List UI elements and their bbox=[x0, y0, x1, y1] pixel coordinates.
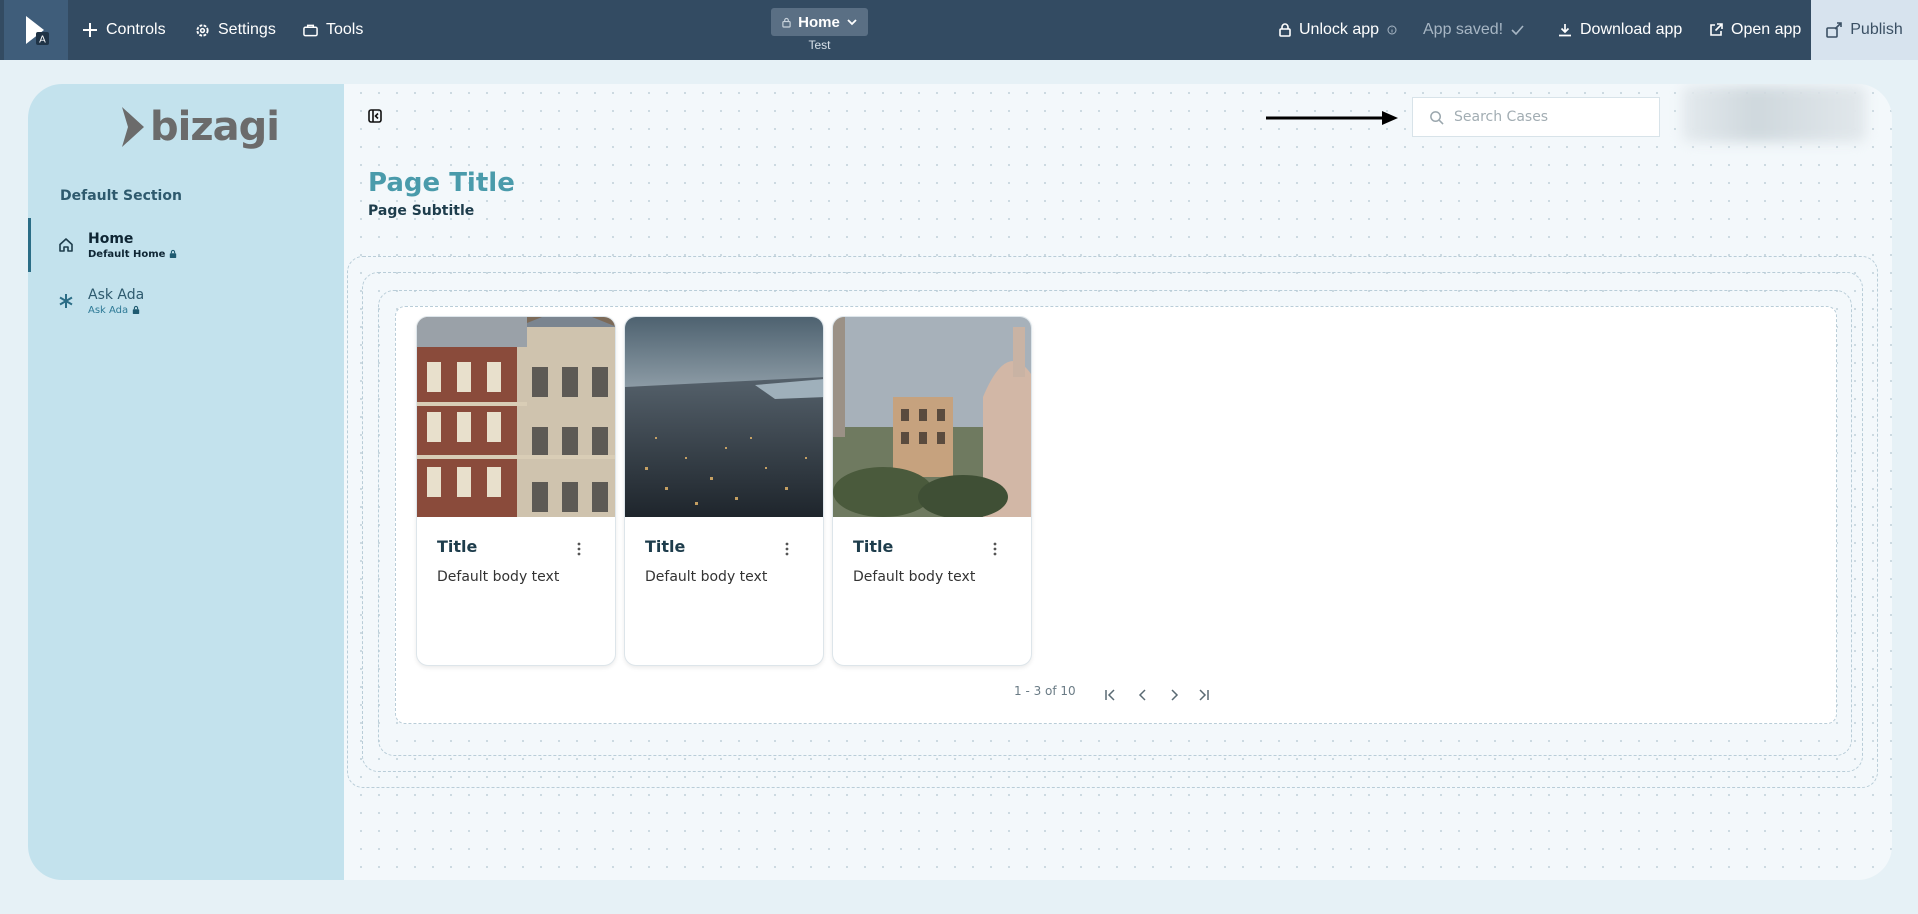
top-toolbar: A Controls Settings Tools Home Test Unlo… bbox=[0, 0, 1918, 60]
last-page-button[interactable] bbox=[1198, 686, 1210, 705]
tools-button[interactable]: Tools bbox=[303, 0, 363, 60]
sidebar-item-sublabel: Default Home bbox=[88, 249, 177, 260]
sidebar-item-sublabel: Ask Ada bbox=[88, 305, 144, 316]
collapse-sidebar-icon bbox=[368, 109, 382, 123]
home-icon bbox=[59, 238, 73, 252]
search-cases-field[interactable] bbox=[1412, 97, 1660, 137]
gear-icon bbox=[196, 23, 209, 37]
card-image-baroque-palace bbox=[417, 317, 615, 517]
chevron-down-icon bbox=[847, 18, 857, 25]
external-link-icon bbox=[1710, 23, 1723, 36]
bizagi-logo-text: bizagi bbox=[150, 104, 280, 150]
download-app-button[interactable]: Download app bbox=[1558, 0, 1682, 60]
card-more-button[interactable] bbox=[785, 541, 789, 560]
sidebar-item-sub-text: Ask Ada bbox=[88, 304, 129, 316]
plus-icon bbox=[83, 23, 97, 37]
page-subtitle: Page Subtitle bbox=[368, 203, 475, 219]
card-more-button[interactable] bbox=[577, 541, 581, 560]
sidebar-item-label: Home bbox=[88, 230, 134, 247]
card-title: Title bbox=[645, 537, 686, 556]
lock-icon bbox=[132, 305, 140, 314]
page-selector-label: Home bbox=[798, 13, 840, 31]
app-canvas: bizagi Default Section Home Default Home… bbox=[28, 84, 1892, 880]
card-title: Title bbox=[437, 537, 478, 556]
search-icon bbox=[1430, 110, 1444, 125]
previous-page-button[interactable] bbox=[1137, 686, 1149, 705]
app-logo-letter: A bbox=[39, 35, 46, 46]
card-body: Default body text bbox=[437, 569, 560, 585]
tools-label: Tools bbox=[326, 21, 364, 38]
next-page-button[interactable] bbox=[1168, 686, 1180, 705]
app-saved-label: App saved! bbox=[1423, 21, 1504, 38]
app-saved-status: App saved! bbox=[1423, 0, 1524, 60]
last-page-icon bbox=[1199, 689, 1209, 701]
settings-button[interactable]: Settings bbox=[195, 0, 276, 60]
check-icon bbox=[1511, 25, 1524, 35]
sidebar-section-title: Default Section bbox=[60, 188, 182, 204]
pagination-range: 1 - 3 of 10 bbox=[1014, 684, 1076, 698]
asterisk-icon bbox=[59, 294, 73, 308]
more-vertical-icon bbox=[785, 542, 789, 556]
user-profile-blurred[interactable] bbox=[1682, 86, 1866, 142]
sidebar-item-sub-text: Default Home bbox=[88, 248, 166, 260]
sidebar-item-ask-ada[interactable]: Ask Ada Ask Ada bbox=[28, 274, 344, 328]
first-page-icon bbox=[1105, 689, 1115, 701]
bizagi-logo-mark bbox=[122, 107, 144, 147]
case-card[interactable]: Title Default body text bbox=[416, 316, 616, 666]
open-app-label: Open app bbox=[1731, 21, 1802, 38]
annotation-arrow-icon bbox=[1266, 111, 1398, 125]
chevron-right-icon bbox=[1171, 689, 1179, 701]
settings-label: Settings bbox=[218, 21, 276, 38]
card-body: Default body text bbox=[853, 569, 976, 585]
sidebar-item-home[interactable]: Home Default Home bbox=[28, 218, 344, 272]
download-icon bbox=[1559, 24, 1571, 37]
info-icon bbox=[1387, 25, 1397, 35]
download-app-label: Download app bbox=[1580, 21, 1683, 38]
sidebar-item-label: Ask Ada bbox=[88, 286, 145, 303]
collapse-sidebar-button[interactable] bbox=[368, 108, 382, 127]
publish-label: Publish bbox=[1850, 21, 1903, 38]
chevron-left-icon bbox=[1138, 689, 1146, 701]
lock-icon bbox=[782, 17, 791, 28]
publish-button[interactable]: Publish bbox=[1811, 0, 1918, 60]
case-card[interactable]: Title Default body text bbox=[832, 316, 1032, 666]
page-title: Page Title bbox=[368, 168, 515, 198]
app-logo-button[interactable]: A bbox=[4, 0, 68, 60]
unlock-app-label: Unlock app bbox=[1299, 21, 1380, 38]
lock-icon bbox=[170, 249, 177, 258]
open-app-button[interactable]: Open app bbox=[1709, 0, 1801, 60]
card-image-city-aerial-dusk bbox=[625, 317, 823, 517]
bizagi-app-icon: A bbox=[26, 16, 49, 46]
card-image-rome-dome bbox=[833, 317, 1031, 517]
more-vertical-icon bbox=[577, 542, 581, 556]
controls-label: Controls bbox=[106, 21, 166, 38]
case-card[interactable]: Title Default body text bbox=[624, 316, 824, 666]
page-selector-subtitle: Test bbox=[808, 38, 831, 52]
publish-icon bbox=[1826, 22, 1843, 38]
card-title: Title bbox=[853, 537, 894, 556]
first-page-button[interactable] bbox=[1104, 686, 1116, 705]
lock-icon bbox=[1279, 23, 1291, 37]
bizagi-logo: bizagi bbox=[120, 104, 280, 150]
card-body: Default body text bbox=[645, 569, 768, 585]
search-cases-input[interactable] bbox=[1454, 109, 1634, 125]
sidebar: bizagi Default Section Home Default Home… bbox=[28, 84, 344, 880]
controls-button[interactable]: Controls bbox=[82, 0, 166, 60]
unlock-app-button[interactable]: Unlock app bbox=[1279, 0, 1397, 60]
card-more-button[interactable] bbox=[993, 541, 997, 560]
page-selector-dropdown[interactable]: Home bbox=[771, 8, 868, 36]
more-vertical-icon bbox=[993, 542, 997, 556]
toolbox-icon bbox=[303, 24, 318, 37]
